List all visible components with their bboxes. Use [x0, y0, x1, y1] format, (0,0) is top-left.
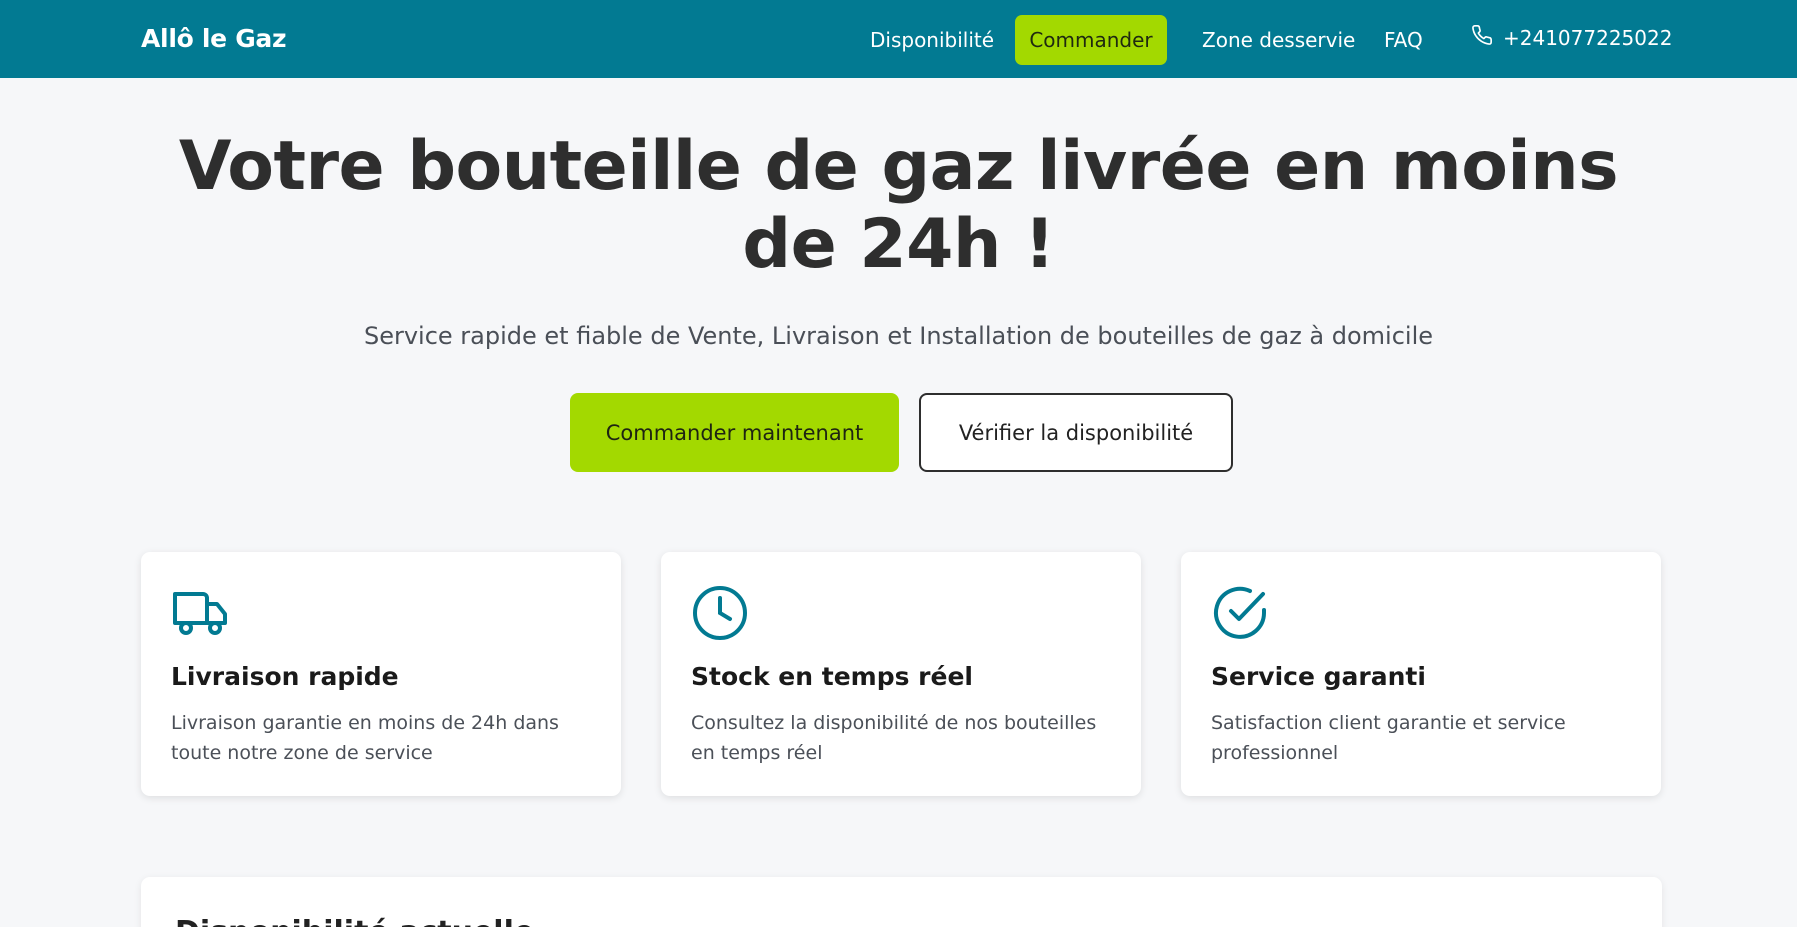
hero-title: Votre bouteille de gaz livrée en moins d…: [100, 128, 1697, 284]
feature-description: Consultez la disponibilité de nos boutei…: [691, 712, 1097, 764]
top-navbar: Allô le Gaz Disponibilité Commander Zone…: [0, 0, 1797, 78]
hero-subtitle: Service rapide et fiable de Vente, Livra…: [363, 322, 1434, 350]
nav-phone-link[interactable]: +241077225022: [1471, 24, 1672, 51]
feature-description: Livraison garantie en moins de 24h dans …: [171, 712, 559, 764]
availability-section: Disponibilité actuelle: [141, 877, 1662, 927]
brand-logo[interactable]: Allô le Gaz: [141, 24, 287, 53]
order-now-button[interactable]: Commander maintenant: [570, 393, 899, 472]
feature-card-guarantee: Service garanti Satisfaction client gara…: [1181, 552, 1661, 796]
hero-title-line-1: Votre bouteille de gaz livrée en moins: [178, 127, 1619, 206]
hero-title-line-2: de 24h !: [742, 205, 1055, 284]
check-circle-icon: [1211, 584, 1269, 642]
nav-link-disponibilite[interactable]: Disponibilité: [870, 28, 994, 52]
feature-card-stock: Stock en temps réel Consultez la disponi…: [661, 552, 1141, 796]
availability-section-title: Disponibilité actuelle: [175, 915, 534, 927]
feature-title: Service garanti: [1211, 662, 1426, 691]
check-availability-button[interactable]: Vérifier la disponibilité: [919, 393, 1233, 472]
feature-title: Stock en temps réel: [691, 662, 973, 691]
clock-icon: [691, 584, 749, 642]
nav-link-commander[interactable]: Commander: [1015, 15, 1167, 65]
feature-title: Livraison rapide: [171, 662, 399, 691]
feature-description: Satisfaction client garantie et service …: [1211, 712, 1566, 764]
phone-number: +241077225022: [1503, 25, 1673, 50]
nav-link-faq[interactable]: FAQ: [1384, 28, 1423, 52]
truck-icon: [171, 584, 229, 642]
nav-link-zone-desservie[interactable]: Zone desservie: [1202, 28, 1355, 52]
phone-icon: [1471, 24, 1493, 51]
feature-card-delivery: Livraison rapide Livraison garantie en m…: [141, 552, 621, 796]
